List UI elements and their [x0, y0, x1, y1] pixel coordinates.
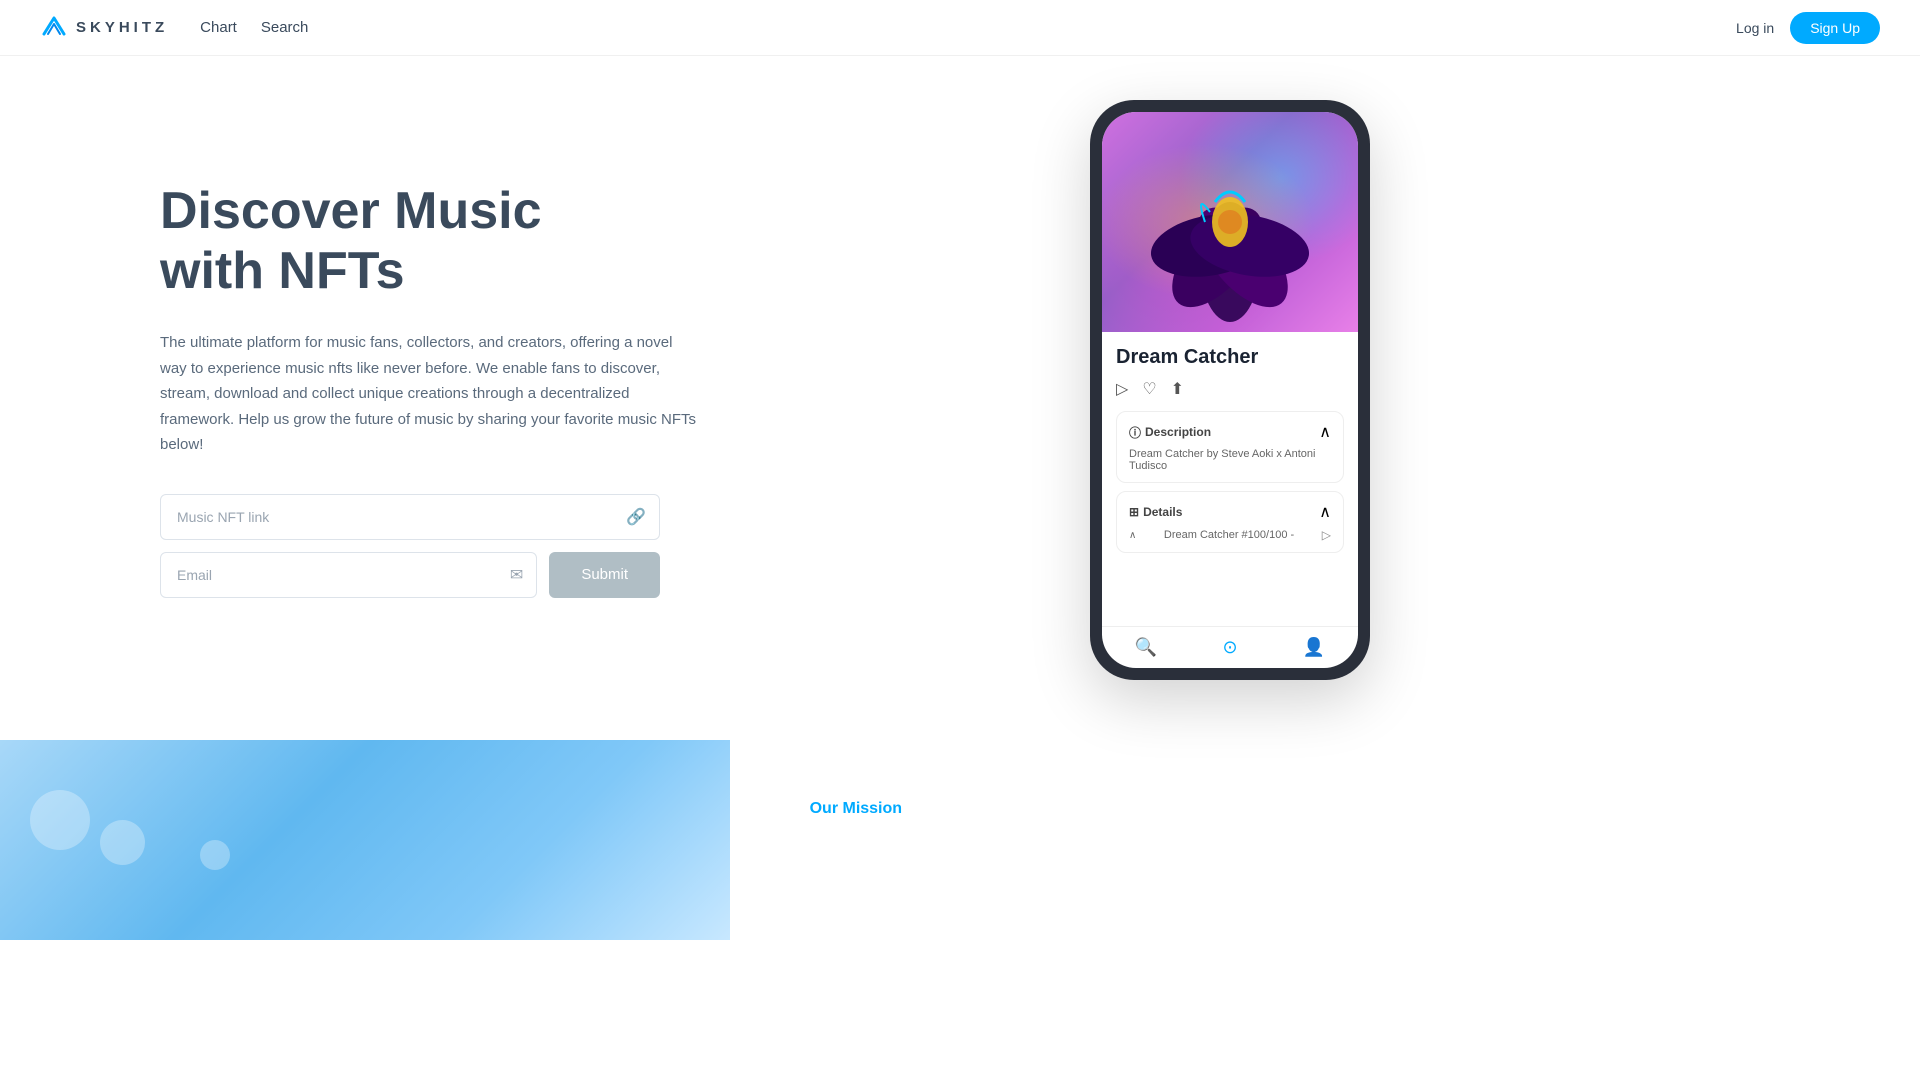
orb-2: [200, 840, 230, 870]
our-mission-label: Our Mission: [810, 800, 1840, 818]
hero-description: The ultimate platform for music fans, co…: [160, 330, 700, 458]
hero-form: 🔗 ✉ Submit: [160, 494, 660, 598]
nft-link-wrapper: 🔗: [160, 494, 660, 540]
flower-image: [1140, 122, 1320, 322]
nft-link-input[interactable]: [160, 494, 660, 540]
orb-container: [0, 740, 730, 940]
hero-content: Discover Music with NFTs The ultimate pl…: [160, 182, 700, 597]
nav-chart[interactable]: Chart: [200, 19, 237, 36]
phone-screen: Dream Catcher ▷ ♡ ⬆ ⓘ Description: [1102, 112, 1358, 668]
login-button[interactable]: Log in: [1736, 20, 1774, 36]
phone-body: Dream Catcher ▷ ♡ ⬆ ⓘ Description: [1102, 332, 1358, 622]
bottom-right-content: Our Mission: [730, 740, 1920, 940]
phone-mockup: Dream Catcher ▷ ♡ ⬆ ⓘ Description: [1090, 100, 1370, 680]
hero-section: Discover Music with NFTs The ultimate pl…: [0, 0, 1920, 740]
phone-home-icon[interactable]: ⊙: [1222, 637, 1237, 658]
link-icon: 🔗: [626, 507, 646, 527]
details-title: ⊞ Details: [1129, 505, 1182, 519]
phone-actions: ▷ ♡ ⬆: [1116, 379, 1344, 399]
phone-bottom-nav: 🔍 ⊙ 👤: [1102, 626, 1358, 668]
email-input[interactable]: [160, 552, 537, 598]
phone-profile-icon[interactable]: 👤: [1303, 637, 1325, 658]
play-icon[interactable]: ▷: [1116, 379, 1128, 399]
share-icon[interactable]: ⬆: [1171, 379, 1184, 399]
phone-container: Dream Catcher ▷ ♡ ⬆ ⓘ Description: [700, 100, 1760, 680]
bottom-section: Our Mission: [0, 740, 1920, 940]
logo[interactable]: SKYHITZ: [40, 14, 168, 42]
heart-icon[interactable]: ♡: [1142, 379, 1156, 399]
email-submit-row: ✉ Submit: [160, 552, 660, 598]
description-title: ⓘ Description: [1129, 424, 1211, 441]
nav-actions: Log in Sign Up: [1736, 12, 1880, 44]
orb-3: [100, 820, 145, 865]
signup-button[interactable]: Sign Up: [1790, 12, 1880, 44]
orb-1: [30, 790, 90, 850]
details-play-icon[interactable]: ▷: [1322, 528, 1331, 542]
hero-title: Discover Music with NFTs: [160, 182, 700, 302]
details-header: ⊞ Details ∧: [1129, 502, 1331, 522]
details-section: ⊞ Details ∧ ∧ Dream Catcher #100/100 - ▷: [1116, 491, 1344, 553]
description-header: ⓘ Description ∧: [1129, 422, 1331, 442]
logo-text: SKYHITZ: [76, 19, 168, 36]
phone-search-icon[interactable]: 🔍: [1135, 637, 1157, 658]
phone-nft-title: Dream Catcher: [1116, 346, 1344, 369]
navbar: SKYHITZ Chart Search Log in Sign Up: [0, 0, 1920, 56]
details-chevron[interactable]: ∧: [1319, 502, 1331, 522]
description-section: ⓘ Description ∧ Dream Catcher by Steve A…: [1116, 411, 1344, 483]
description-chevron[interactable]: ∧: [1319, 422, 1331, 442]
details-content: Dream Catcher #100/100 -: [1164, 529, 1294, 541]
email-icon: ✉: [510, 565, 523, 585]
details-icon: ⊞: [1129, 505, 1139, 519]
info-icon: ⓘ: [1129, 424, 1141, 441]
description-content: Dream Catcher by Steve Aoki x Antoni Tud…: [1129, 448, 1331, 472]
email-wrapper: ✉: [160, 552, 537, 598]
submit-button[interactable]: Submit: [549, 552, 660, 598]
phone-nft-image: [1102, 112, 1358, 332]
details-row: ∧ Dream Catcher #100/100 - ▷: [1129, 528, 1331, 542]
bottom-left-visual: [0, 740, 730, 940]
logo-icon: [40, 14, 68, 42]
details-expand-icon: ∧: [1129, 530, 1136, 541]
nav-links: Chart Search: [200, 19, 1736, 36]
nav-search[interactable]: Search: [261, 19, 309, 36]
